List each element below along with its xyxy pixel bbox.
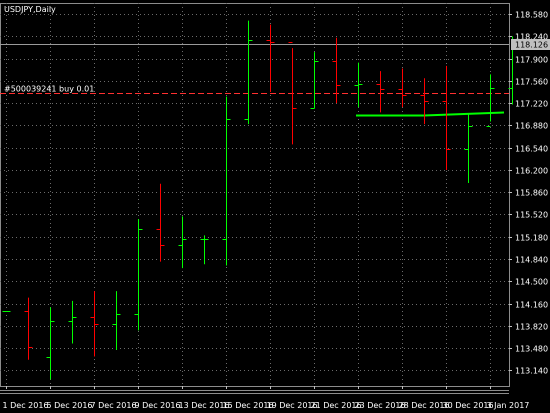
y-tick-label: 115.520 [515, 211, 548, 220]
x-tick-label: 1 Dec 2016 [3, 401, 49, 410]
y-tick-label: 113.480 [515, 345, 548, 354]
x-tick-label: 9 Dec 2016 [135, 401, 181, 410]
order-label: #500039241 buy 0.01 [4, 85, 94, 94]
x-tick-label: 3 Jan 2017 [487, 401, 530, 410]
y-tick-label: 115.860 [515, 189, 548, 198]
y-tick-label: 114.160 [515, 301, 548, 310]
y-tick-label: 114.840 [515, 256, 548, 265]
price-chart[interactable]: 113.140 113.480 113.820 114.160 114.500 114.8… [0, 0, 550, 413]
y-tick-label: 114.500 [515, 278, 548, 287]
x-tick-label: 5 Dec 2016 [47, 401, 93, 410]
y-tick-label: 117.900 [515, 56, 548, 65]
y-tick-label: 117.220 [515, 100, 548, 109]
y-tick-label: 118.580 [515, 11, 548, 20]
x-tick-label: 7 Dec 2016 [91, 401, 137, 410]
current-price-tag-text: 118.126 [515, 41, 548, 50]
chart-background [0, 0, 550, 413]
y-tick-label: 116.880 [515, 122, 548, 131]
y-tick-label: 116.200 [515, 167, 548, 176]
current-price-tag: 118.126 [511, 39, 550, 50]
y-tick-label: 117.560 [515, 78, 548, 87]
y-tick-label: 115.180 [515, 234, 548, 243]
y-tick-label: 113.140 [515, 367, 548, 376]
symbol-title: USDJPY,Daily [4, 5, 56, 14]
y-tick-label: 116.540 [515, 145, 548, 154]
y-tick-label: 113.820 [515, 323, 548, 332]
